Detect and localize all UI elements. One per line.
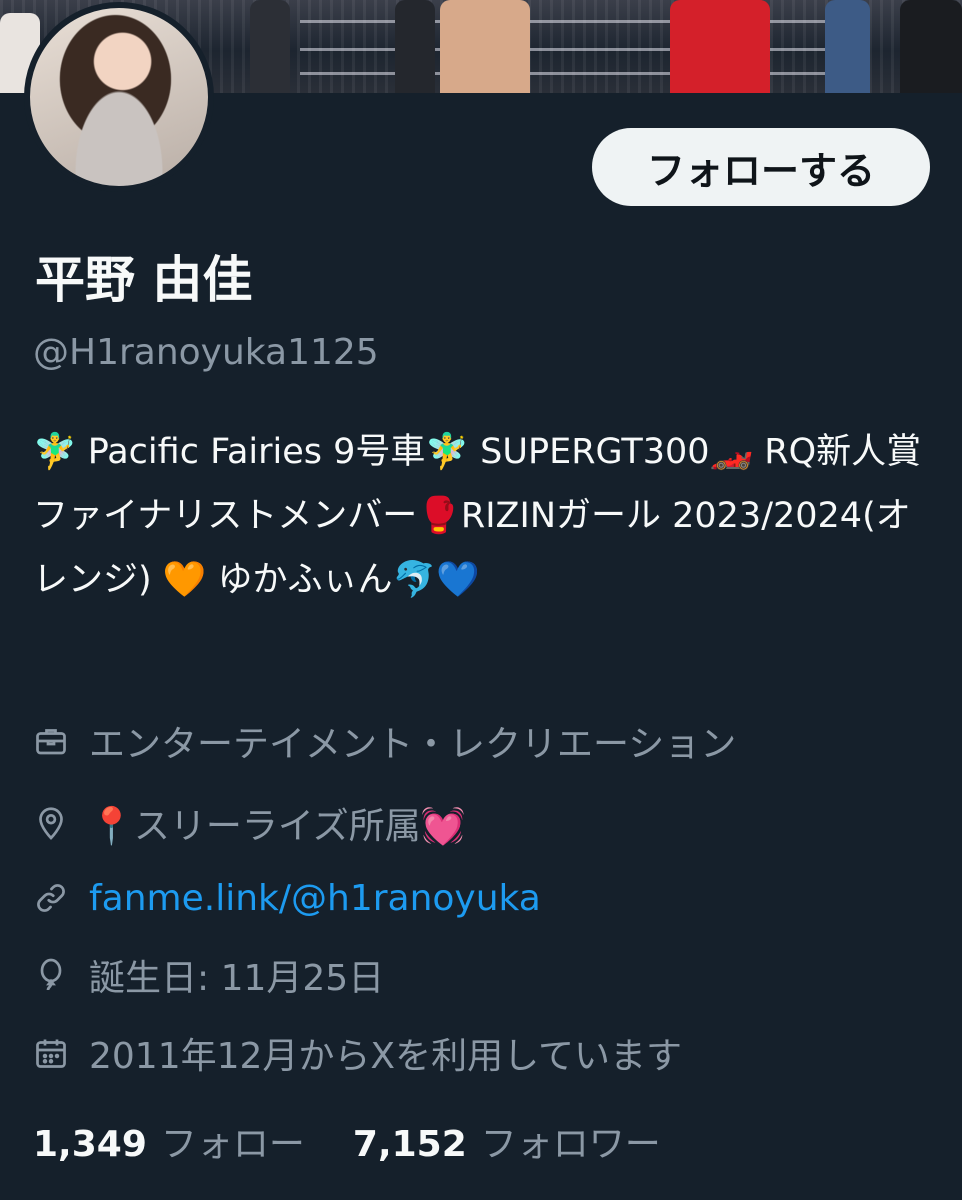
follow-button[interactable]: フォローする [592, 128, 930, 206]
profile-category: エンターテイメント・レクリエーション [33, 711, 736, 771]
profile-bio: 🧚‍♂️ Pacific Fairies 9号車🧚‍♂️ SUPERGT300🏎… [33, 432, 922, 600]
banner-figure [440, 0, 530, 93]
profile-birthday: 誕生日: 11月25日 [33, 945, 384, 1005]
briefcase-icon [36, 729, 66, 755]
display-name: 平野 由佳 [35, 251, 253, 309]
followers-link[interactable]: 7,152 フォロワー [353, 1115, 709, 1167]
calendar-icon [36, 1039, 66, 1068]
profile-location: 📍スリーライズ所属💓 [33, 793, 466, 853]
profile-avatar[interactable] [24, 2, 214, 192]
location-pin-icon [39, 807, 63, 840]
website-link[interactable]: fanme.link/@h1ranoyuka [89, 878, 541, 919]
banner-figure [395, 0, 435, 93]
location-text: 📍スリーライズ所属💓 [89, 806, 466, 847]
birthday-text: 誕生日: 11月25日 [89, 958, 385, 999]
banner-figure [250, 0, 290, 93]
banner-figure [900, 0, 962, 93]
balloon-icon [40, 958, 62, 991]
following-label: フォロー [160, 1124, 305, 1165]
user-handle: @H1ranoyuka1125 [33, 332, 379, 373]
category-text: エンターテイメント・レクリエーション [89, 724, 737, 765]
following-count: 1,349 [33, 1124, 147, 1165]
joined-text: 2011年12月からXを利用しています [89, 1036, 683, 1077]
profile-website: fanme.link/@h1ranoyuka [33, 868, 541, 928]
banner-figure [670, 0, 770, 93]
profile-joined-date: 2011年12月からXを利用しています [33, 1023, 682, 1083]
followers-label: フォロワー [480, 1124, 661, 1165]
following-link[interactable]: 1,349 フォロー [33, 1115, 353, 1167]
profile-stats: 1,349 フォロー 7,152 フォロワー [33, 1115, 709, 1167]
followers-count: 7,152 [352, 1124, 467, 1165]
banner-figure [825, 0, 870, 93]
link-icon [37, 884, 65, 912]
